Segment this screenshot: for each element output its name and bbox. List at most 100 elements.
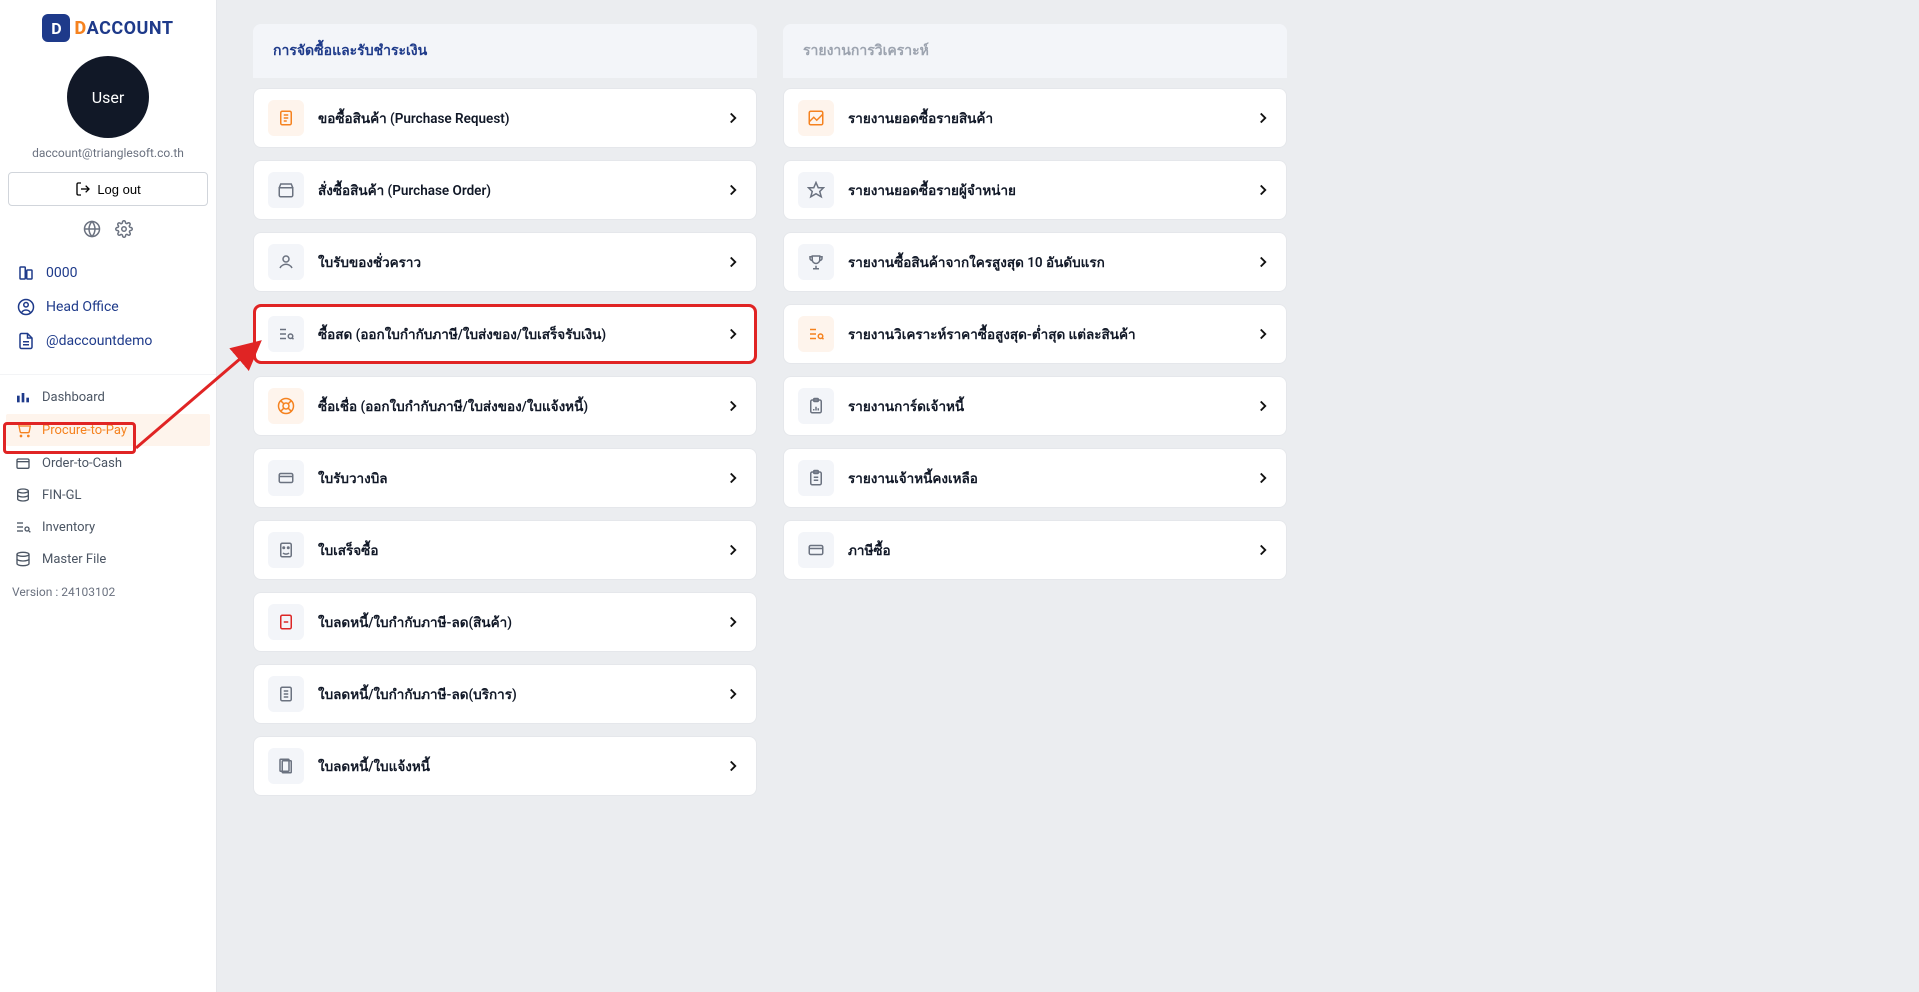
card-icon — [268, 460, 304, 496]
nav-fin-gl[interactable]: FIN-GL — [0, 479, 216, 511]
handle-row[interactable]: @daccountdemo — [12, 324, 204, 358]
nav: Dashboard Procure-to-Pay Order-to-Cash F… — [0, 374, 216, 575]
nav-procure-to-pay[interactable]: Procure-to-Pay — [6, 414, 210, 446]
wallet-icon — [14, 455, 32, 471]
report-creditor-balance[interactable]: รายงานเจ้าหนี้คงเหลือ — [783, 448, 1287, 508]
purchasing-header: การจัดซื้อและรับชำระเงิน — [253, 24, 757, 78]
analysis-list: รายงานยอดซื้อรายสินค้า รายงานยอดซื้อรายผ… — [783, 78, 1287, 580]
menu-label: ซื้อเชื่อ (ออกใบกำกับภาษี/ใบส่งของ/ใบแจ้… — [318, 395, 710, 417]
user-circle-icon — [16, 298, 36, 316]
star-icon — [798, 172, 834, 208]
cart-icon — [14, 422, 32, 438]
user-avatar[interactable]: User — [67, 56, 149, 138]
nav-master-file[interactable]: Master File — [0, 543, 216, 575]
hand-money-icon — [268, 244, 304, 280]
database-icon — [14, 551, 32, 567]
menu-credit-note-goods[interactable]: ใบลดหนี้/ใบกำกับภาษี-ลด(สินค้า) — [253, 592, 757, 652]
building-icon — [16, 264, 36, 282]
credit-card-icon — [798, 532, 834, 568]
menu-cash-purchase[interactable]: ซื้อสด (ออกใบกำกับภาษี/ใบส่งของ/ใบเสร็จร… — [253, 304, 757, 364]
org-code-row[interactable]: 0000 — [12, 256, 204, 290]
trophy-icon — [798, 244, 834, 280]
file-icon — [16, 332, 36, 350]
report-purchase-by-product[interactable]: รายงานยอดซื้อรายสินค้า — [783, 88, 1287, 148]
menu-temp-receipt[interactable]: ใบรับของชั่วคราว — [253, 232, 757, 292]
menu-label: ใบลดหนี้/ใบกำกับภาษี-ลด(สินค้า) — [318, 611, 710, 633]
receipt-icon — [268, 532, 304, 568]
office-label: Head Office — [46, 299, 119, 315]
clipboard-list-icon — [798, 460, 834, 496]
menu-label: รายงานซื้อสินค้าจากใครสูงสุด 10 อันดับแร… — [848, 251, 1240, 273]
chevron-right-icon — [724, 757, 742, 775]
menu-label: ขอซื้อสินค้า (Purchase Request) — [318, 107, 710, 129]
menu-label: ใบลดหนี้/ใบกำกับภาษี-ลด(บริการ) — [318, 683, 710, 705]
logo: D DACCOUNT — [0, 10, 216, 50]
chevron-right-icon — [724, 325, 742, 343]
logo-mark-icon: D — [42, 14, 70, 42]
report-purchase-by-vendor[interactable]: รายงานยอดซื้อรายผู้จำหน่าย — [783, 160, 1287, 220]
logout-icon — [75, 181, 91, 197]
nav-fin-gl-label: FIN-GL — [42, 488, 81, 503]
document-icon — [268, 100, 304, 136]
document-minus-icon — [268, 604, 304, 640]
analysis-column: รายงานการวิเคราะห์ รายงานยอดซื้อรายสินค้… — [783, 24, 1287, 580]
menu-credit-purchase[interactable]: ซื้อเชื่อ (ออกใบกำกับภาษี/ใบส่งของ/ใบแจ้… — [253, 376, 757, 436]
menu-label: ใบรับวางบิล — [318, 467, 710, 489]
sidebar: D DACCOUNT User daccount@trianglesoft.co… — [0, 0, 217, 992]
menu-label: ซื้อสด (ออกใบกำกับภาษี/ใบส่งของ/ใบเสร็จร… — [318, 323, 710, 345]
report-purchase-tax[interactable]: ภาษีซื้อ — [783, 520, 1287, 580]
menu-receipt[interactable]: ใบเสร็จซื้อ — [253, 520, 757, 580]
clipboard-chart-icon — [798, 388, 834, 424]
app-root: D DACCOUNT User daccount@trianglesoft.co… — [0, 0, 1919, 992]
analysis-header: รายงานการวิเคราะห์ — [783, 24, 1287, 78]
menu-label: ใบเสร็จซื้อ — [318, 539, 710, 561]
menu-label: รายงานการ์ดเจ้าหนี้ — [848, 395, 1240, 417]
version-label: Version : 24103102 — [0, 575, 216, 609]
menu-purchase-request[interactable]: ขอซื้อสินค้า (Purchase Request) — [253, 88, 757, 148]
report-creditor-card[interactable]: รายงานการ์ดเจ้าหนี้ — [783, 376, 1287, 436]
menu-bill-receipt[interactable]: ใบรับวางบิล — [253, 448, 757, 508]
nav-dashboard[interactable]: Dashboard — [0, 381, 216, 413]
quick-settings-row — [0, 220, 216, 238]
menu-label: รายงานวิเคราะห์ราคาซื้อสูงสุด-ต่ำสุด แต่… — [848, 323, 1240, 345]
nav-inventory[interactable]: Inventory — [0, 511, 216, 543]
menu-label: ใบรับของชั่วคราว — [318, 251, 710, 273]
report-price-analysis[interactable]: รายงานวิเคราะห์ราคาซื้อสูงสุด-ต่ำสุด แต่… — [783, 304, 1287, 364]
nav-inventory-label: Inventory — [42, 520, 95, 535]
menu-label: รายงานเจ้าหนี้คงเหลือ — [848, 467, 1240, 489]
list-search-icon — [798, 316, 834, 352]
settings-gear-icon[interactable] — [115, 220, 133, 238]
menu-label: รายงานยอดซื้อรายผู้จำหน่าย — [848, 179, 1240, 201]
chevron-right-icon — [724, 181, 742, 199]
chevron-right-icon — [1254, 181, 1272, 199]
menu-credit-note-service[interactable]: ใบลดหนี้/ใบกำกับภาษี-ลด(บริการ) — [253, 664, 757, 724]
chevron-right-icon — [724, 109, 742, 127]
menu-credit-note-invoice[interactable]: ใบลดหนี้/ใบแจ้งหนี้ — [253, 736, 757, 796]
chevron-right-icon — [724, 397, 742, 415]
globe-icon[interactable] — [83, 220, 101, 238]
list-search-icon — [268, 316, 304, 352]
report-top10-vendors[interactable]: รายงานซื้อสินค้าจากใครสูงสุด 10 อันดับแร… — [783, 232, 1287, 292]
chevron-right-icon — [1254, 541, 1272, 559]
user-section: User daccount@trianglesoft.co.th — [0, 56, 216, 160]
menu-purchase-order[interactable]: สั่งซื้อสินค้า (Purchase Order) — [253, 160, 757, 220]
user-email: daccount@trianglesoft.co.th — [32, 146, 184, 160]
purchasing-list: ขอซื้อสินค้า (Purchase Request) สั่งซื้อ… — [253, 78, 757, 796]
menu-label: ใบลดหนี้/ใบแจ้งหนี้ — [318, 755, 710, 777]
chevron-right-icon — [724, 469, 742, 487]
menu-label: ภาษีซื้อ — [848, 539, 1240, 561]
chevron-right-icon — [724, 613, 742, 631]
nav-master-file-label: Master File — [42, 552, 106, 567]
coins-icon — [14, 487, 32, 503]
chevron-right-icon — [1254, 325, 1272, 343]
nav-order-to-cash-label: Order-to-Cash — [42, 456, 122, 471]
chevron-right-icon — [1254, 469, 1272, 487]
document-stack-icon — [268, 748, 304, 784]
chevron-right-icon — [1254, 109, 1272, 127]
logout-button[interactable]: Log out — [8, 172, 208, 206]
purchasing-column: การจัดซื้อและรับชำระเงิน ขอซื้อสินค้า (P… — [253, 24, 757, 796]
nav-order-to-cash[interactable]: Order-to-Cash — [0, 447, 216, 479]
org-code-label: 0000 — [46, 265, 77, 281]
office-row[interactable]: Head Office — [12, 290, 204, 324]
nav-procure-to-pay-label: Procure-to-Pay — [42, 423, 127, 438]
